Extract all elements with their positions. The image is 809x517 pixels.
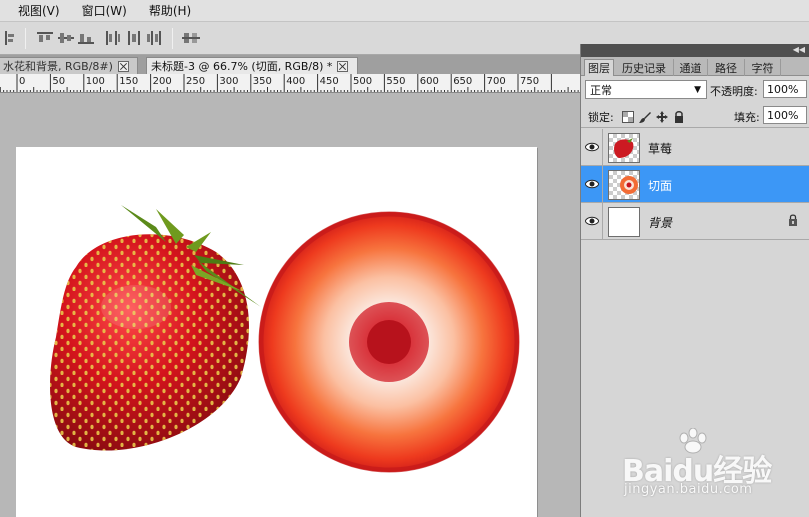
layer-name: 切面: [648, 179, 673, 193]
menu-view[interactable]: 视图(V): [18, 2, 60, 19]
workspace: [0, 93, 580, 517]
panel-header: ◀◀: [581, 44, 809, 57]
strawberry-slice: [258, 211, 520, 473]
ruler-label: 600: [420, 76, 439, 87]
menu-help[interactable]: 帮助(H): [149, 2, 191, 19]
eye-icon[interactable]: [581, 129, 603, 165]
tab-paths[interactable]: 路径: [708, 59, 745, 76]
lock-label: 锁定:: [588, 111, 614, 124]
move-icon[interactable]: [656, 111, 668, 123]
lock-icon[interactable]: [673, 111, 685, 123]
layer-strawberry[interactable]: 草莓: [581, 129, 809, 166]
ruler-label: 400: [286, 76, 305, 87]
ruler-label: 0: [19, 76, 25, 87]
align-top-icon[interactable]: [4, 31, 16, 45]
fill-input[interactable]: 100%: [763, 106, 807, 124]
document-canvas[interactable]: [16, 147, 537, 517]
layer-name: 背景: [648, 216, 673, 230]
ruler-label: 750: [520, 76, 539, 87]
layer-name: 草莓: [648, 142, 673, 156]
baidu-watermark: Baidu经验 jingyan.baidu.com: [618, 428, 808, 498]
align-bottom-icon[interactable]: [78, 31, 94, 45]
close-icon[interactable]: [337, 60, 349, 72]
tab-history[interactable]: 历史记录: [615, 59, 674, 76]
menu-window[interactable]: 窗口(W): [82, 2, 127, 19]
layer-thumbnail: [608, 133, 640, 163]
opacity-label: 不透明度:: [710, 85, 758, 98]
auto-align-icon[interactable]: [182, 31, 200, 45]
ruler-label: 200: [153, 76, 172, 87]
layer-thumbnail: [608, 207, 640, 237]
toolbar-separator: [25, 28, 26, 49]
ruler-label: 650: [453, 76, 472, 87]
doc-tab-untitled[interactable]: 未标题-3 @ 66.7% (切面, RGB/8) *: [146, 57, 358, 74]
align-vcenter-icon[interactable]: [37, 31, 53, 45]
align-left-icon[interactable]: [105, 31, 121, 45]
panel-tabs: 图层 历史记录 通道 路径 字符: [581, 57, 809, 76]
watermark-url: jingyan.baidu.com: [624, 482, 753, 497]
ruler-label: 50: [52, 76, 65, 87]
lock-icon: [788, 214, 798, 229]
eye-icon[interactable]: [581, 203, 603, 239]
ruler-label: 150: [119, 76, 138, 87]
doc-tab-label: 水花和背景, RGB/8#): [3, 60, 113, 73]
close-icon[interactable]: [117, 60, 129, 72]
tab-channels[interactable]: 通道: [674, 59, 708, 76]
collapse-icon[interactable]: ◀◀: [793, 46, 805, 54]
layer-list: 草莓 切面 背景: [581, 129, 809, 240]
tab-layers[interactable]: 图层: [584, 59, 614, 76]
layer-slice[interactable]: 切面: [581, 166, 809, 203]
ruler-label: 700: [487, 76, 506, 87]
ruler-label: 500: [353, 76, 372, 87]
horizontal-ruler: 0 50 100 150 200 250 300 350 400 450 500 550 600 650 7…: [0, 74, 580, 93]
ruler-label: 300: [219, 76, 238, 87]
ruler-label: 350: [253, 76, 272, 87]
align-right-icon[interactable]: [146, 31, 162, 45]
ruler-label: 550: [386, 76, 405, 87]
ruler-label: 250: [186, 76, 205, 87]
doc-tab-label: 未标题-3 @ 66.7% (切面, RGB/8) *: [151, 60, 333, 73]
doc-tab-splash[interactable]: 水花和背景, RGB/8#): [0, 57, 138, 74]
ruler-label: 100: [86, 76, 105, 87]
lock-row: 锁定: 填充: 100%: [581, 104, 809, 128]
align-hcenter-icon[interactable]: [58, 31, 74, 45]
opacity-input[interactable]: 100%: [763, 80, 807, 98]
tab-character[interactable]: 字符: [745, 59, 781, 76]
eye-icon[interactable]: [581, 166, 603, 202]
ruler-label: 450: [320, 76, 339, 87]
document-tab-bar: 水花和背景, RGB/8#) 未标题-3 @ 66.7% (切面, RGB/8)…: [0, 55, 580, 74]
blend-mode-value: 正常: [590, 83, 612, 97]
brush-icon[interactable]: [639, 111, 651, 123]
ruler-ticks: 0 50 100 150 200 250 300 350 400 450 500 550 600 650 7…: [0, 74, 579, 92]
blend-mode-select[interactable]: 正常 ▼: [585, 80, 707, 99]
fill-label: 填充:: [734, 111, 760, 124]
lock-transparent-icon[interactable]: [622, 111, 634, 123]
toolbar-separator: [172, 28, 173, 49]
layer-thumbnail: [608, 170, 640, 200]
menu-bar: 视图(V) 窗口(W) 帮助(H): [0, 0, 809, 22]
chevron-down-icon: ▼: [694, 85, 701, 95]
strawberry-whole: [50, 205, 261, 451]
blend-row: 正常 ▼ 不透明度: 100%: [581, 78, 809, 102]
layer-background[interactable]: 背景: [581, 203, 809, 240]
distribute-icon[interactable]: [126, 31, 142, 45]
strawberry-artwork: [50, 205, 520, 473]
